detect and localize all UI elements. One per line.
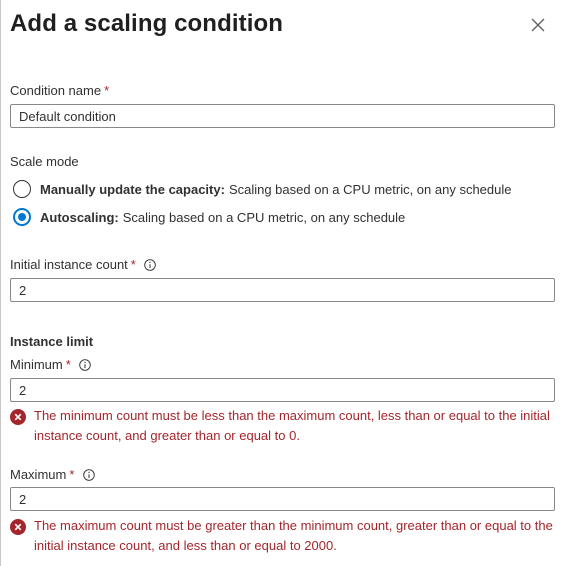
radio-autoscaling[interactable]: Autoscaling: Scaling based on a CPU metr… <box>13 206 405 228</box>
close-button[interactable] <box>527 14 549 36</box>
required-mark: * <box>130 257 136 272</box>
initial-count-input[interactable] <box>10 278 555 302</box>
condition-name-label-text: Condition name <box>10 83 102 98</box>
minimum-label: Minimum * <box>10 357 92 372</box>
scaling-condition-panel: Add a scaling condition Condition name * … <box>0 0 563 566</box>
required-mark: * <box>65 357 71 372</box>
initial-count-label: Initial instance count * <box>10 257 157 272</box>
required-mark: * <box>104 83 110 98</box>
minimum-error-text: The minimum count must be less than the … <box>34 408 550 443</box>
info-icon[interactable] <box>83 469 95 481</box>
radio-button-checked[interactable] <box>13 208 31 226</box>
initial-count-label-text: Initial instance count <box>10 257 128 272</box>
info-icon[interactable] <box>144 259 157 271</box>
radio-manual-description: Scaling based on a CPU metric, on any sc… <box>228 181 512 197</box>
minimum-input[interactable] <box>10 378 555 402</box>
required-mark: * <box>69 467 75 482</box>
radio-manual-title: Manually update the capacity: <box>40 181 225 197</box>
error-icon <box>10 409 26 425</box>
maximum-label-text: Maximum <box>10 467 67 482</box>
radio-button-unchecked[interactable] <box>13 180 31 198</box>
radio-autoscaling-title: Autoscaling: <box>40 209 119 225</box>
condition-name-input[interactable] <box>10 104 555 128</box>
error-icon <box>10 519 26 535</box>
maximum-error-message: The maximum count must be greater than t… <box>10 518 558 556</box>
maximum-error-text: The maximum count must be greater than t… <box>34 518 553 553</box>
panel-title: Add a scaling condition <box>10 10 283 37</box>
maximum-input[interactable] <box>10 487 555 511</box>
close-icon <box>531 18 545 32</box>
minimum-label-text: Minimum <box>10 357 63 372</box>
radio-autoscaling-description: Scaling based on a CPU metric, on any sc… <box>122 209 406 225</box>
instance-limit-heading: Instance limit <box>10 334 94 349</box>
scale-mode-label: Scale mode <box>10 154 79 169</box>
minimum-error-message: The minimum count must be less than the … <box>10 408 558 446</box>
condition-name-label: Condition name * <box>10 83 109 98</box>
info-icon[interactable] <box>79 359 92 371</box>
maximum-label: Maximum * <box>10 467 95 482</box>
radio-manual-capacity[interactable]: Manually update the capacity: Scaling ba… <box>13 178 511 200</box>
